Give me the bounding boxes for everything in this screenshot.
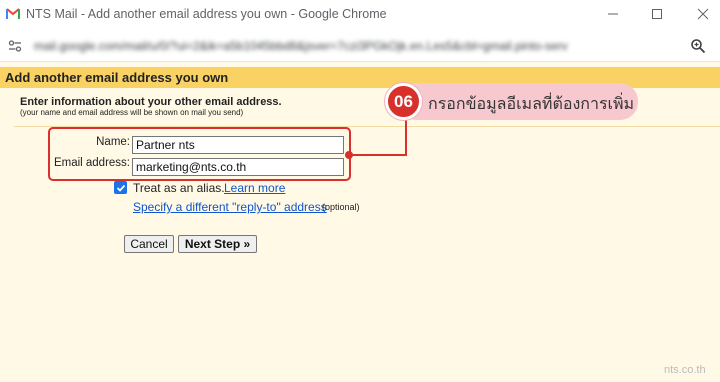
- gmail-icon: [6, 7, 20, 19]
- highlight-box: [48, 127, 351, 181]
- url-field[interactable]: mail.google.com/mail/u/0/?ui=2&ik=a5b104…: [34, 39, 674, 53]
- callout-text: กรอกข้อมูลอีเมลที่ต้องการเพิ่ม: [428, 96, 635, 113]
- close-icon[interactable]: [690, 4, 716, 24]
- minimize-icon[interactable]: [600, 4, 626, 24]
- connector-line: [351, 154, 407, 156]
- checkmark-icon: [116, 184, 125, 192]
- reply-to-link[interactable]: Specify a different "reply-to" address: [133, 200, 327, 214]
- cancel-button[interactable]: Cancel: [124, 235, 174, 253]
- maximize-icon[interactable]: [644, 4, 670, 24]
- learn-more-link[interactable]: Learn more: [224, 181, 285, 195]
- intro-subtext: (your name and email address will be sho…: [20, 108, 244, 117]
- zoom-icon[interactable]: [690, 38, 706, 54]
- alias-label: Treat as an alias.: [133, 181, 225, 195]
- address-bar: mail.google.com/mail/u/0/?ui=2&ik=a5b104…: [0, 30, 720, 62]
- alias-checkbox[interactable]: [114, 181, 127, 194]
- window-title: NTS Mail - Add another email address you…: [26, 7, 387, 21]
- intro-text: Enter information about your other email…: [20, 96, 282, 108]
- window-titlebar: NTS Mail - Add another email address you…: [0, 0, 720, 30]
- page-title: Add another email address you own: [5, 70, 229, 85]
- site-settings-icon[interactable]: [8, 39, 22, 53]
- watermark: nts.co.th: [664, 364, 706, 376]
- connector-line-vertical: [405, 118, 407, 156]
- next-step-button[interactable]: Next Step »: [178, 235, 257, 253]
- step-number-badge: 06: [385, 83, 422, 120]
- optional-note: (optional): [322, 202, 360, 212]
